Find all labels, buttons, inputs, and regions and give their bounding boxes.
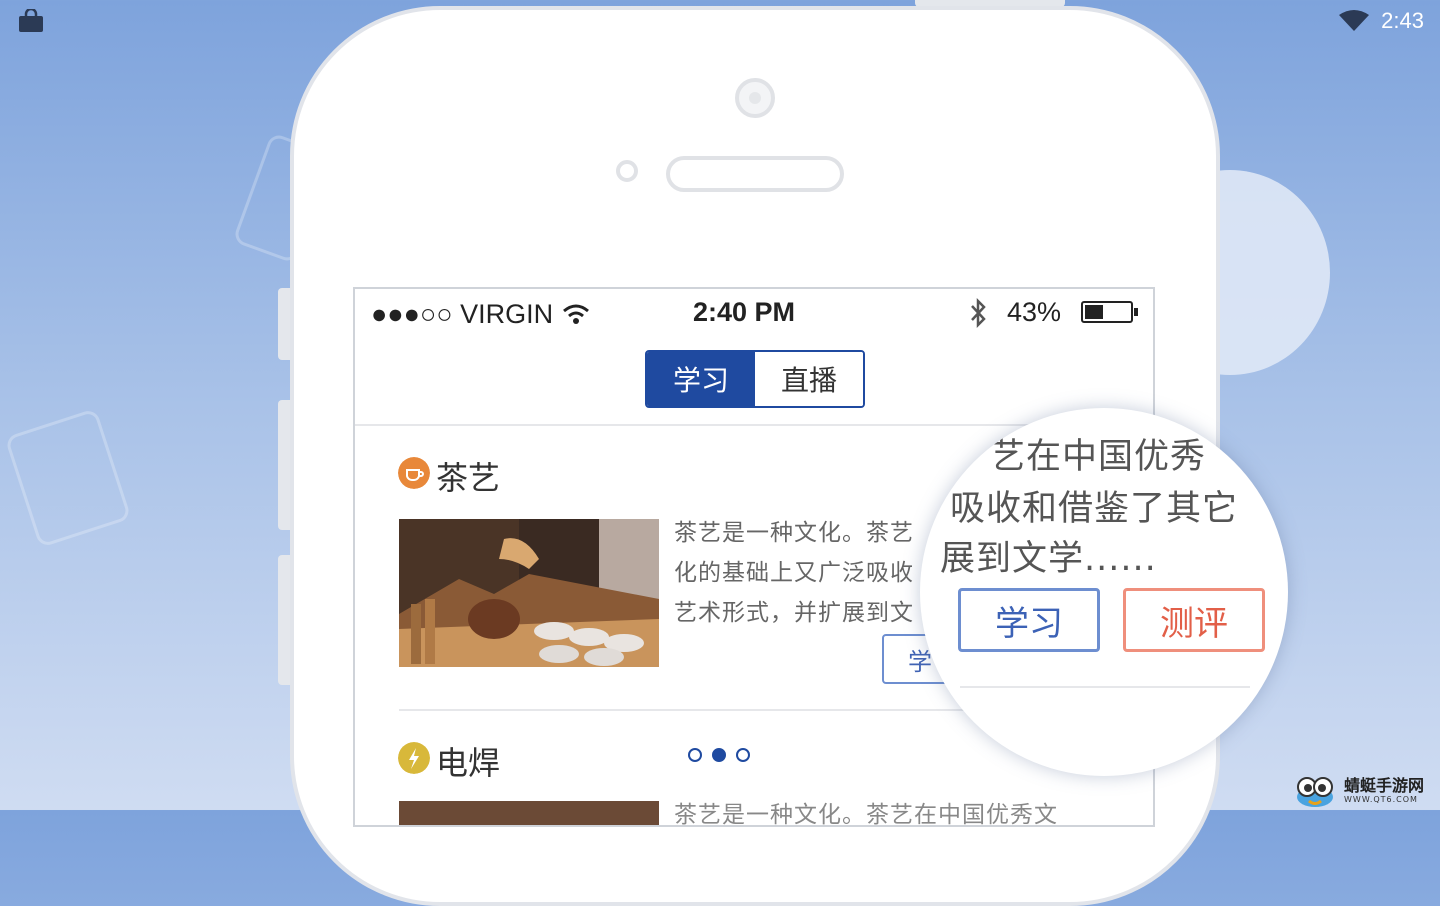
magnified-text-line: 展到文学......	[940, 539, 1157, 579]
magnified-text-line: 艺在中国优秀	[990, 437, 1207, 477]
android-clock: 2:43	[1381, 8, 1424, 33]
watermark-title: 蜻蜓手游网	[1344, 775, 1425, 795]
phone-mute-switch	[278, 288, 290, 360]
tea-ceremony-image[interactable]	[399, 519, 659, 667]
bluetooth-icon	[971, 297, 986, 329]
section-title-welding: 电焊	[436, 744, 501, 782]
teacup-icon	[398, 457, 430, 489]
android-status-right: 2:43	[1339, 6, 1424, 36]
wifi-icon	[1339, 10, 1370, 31]
study-button[interactable]: 学习	[958, 588, 1100, 652]
phone-speaker	[666, 156, 844, 192]
magnifier-bubble: 艺在中国优秀 吸收和借鉴了其它 展到文学...... 学习 测评	[920, 408, 1288, 776]
description-line: 茶艺是一种文化。茶艺	[674, 520, 914, 546]
shopping-bag-icon	[19, 9, 43, 32]
phone-sensor	[616, 160, 638, 182]
welding-image[interactable]	[399, 801, 659, 825]
pagination-dot[interactable]	[736, 748, 750, 762]
dragonfly-logo-icon	[1297, 776, 1333, 807]
lightning-icon	[398, 742, 430, 774]
carrier-name: VIRGIN	[460, 299, 554, 329]
evaluate-button[interactable]: 测评	[1123, 588, 1265, 652]
carousel-pagination	[688, 748, 750, 762]
section-title-tea-art: 茶艺	[436, 459, 501, 497]
background-card	[4, 408, 132, 548]
magnified-text-line: 吸收和借鉴了其它	[950, 489, 1239, 529]
watermark-url: WWW.QT6.COM	[1344, 794, 1418, 804]
ios-clock: 2:40 PM	[693, 297, 796, 327]
signal-dots: ●●●○○	[371, 299, 453, 329]
phone-volume-up	[278, 400, 290, 530]
magnified-divider	[960, 686, 1250, 688]
phone-volume-down	[278, 555, 290, 685]
ios-signal: ●●●○○ VIRGIN	[371, 299, 591, 330]
ios-status-bar: ●●●○○ VIRGIN 2:40 PM 43%	[355, 289, 1153, 335]
battery-icon	[1081, 301, 1138, 323]
segmented-tabs: 学习 直播	[645, 350, 865, 408]
pagination-dot[interactable]	[688, 748, 702, 762]
description-line: 艺术形式，并扩展到文	[674, 600, 914, 626]
tab-live[interactable]: 直播	[755, 352, 863, 406]
tab-study[interactable]: 学习	[647, 352, 755, 406]
battery-percent: 43%	[1007, 297, 1062, 327]
pagination-dot-active[interactable]	[712, 748, 726, 762]
description-line: 化的基础上又广泛吸收	[674, 560, 914, 586]
phone-camera	[735, 78, 775, 118]
welding-description: 茶艺是一种文化。茶艺在中国优秀文	[674, 802, 1058, 827]
watermark-logo: 蜻蜓手游网 WWW.QT6.COM	[1292, 771, 1440, 810]
wifi-icon	[562, 304, 589, 324]
